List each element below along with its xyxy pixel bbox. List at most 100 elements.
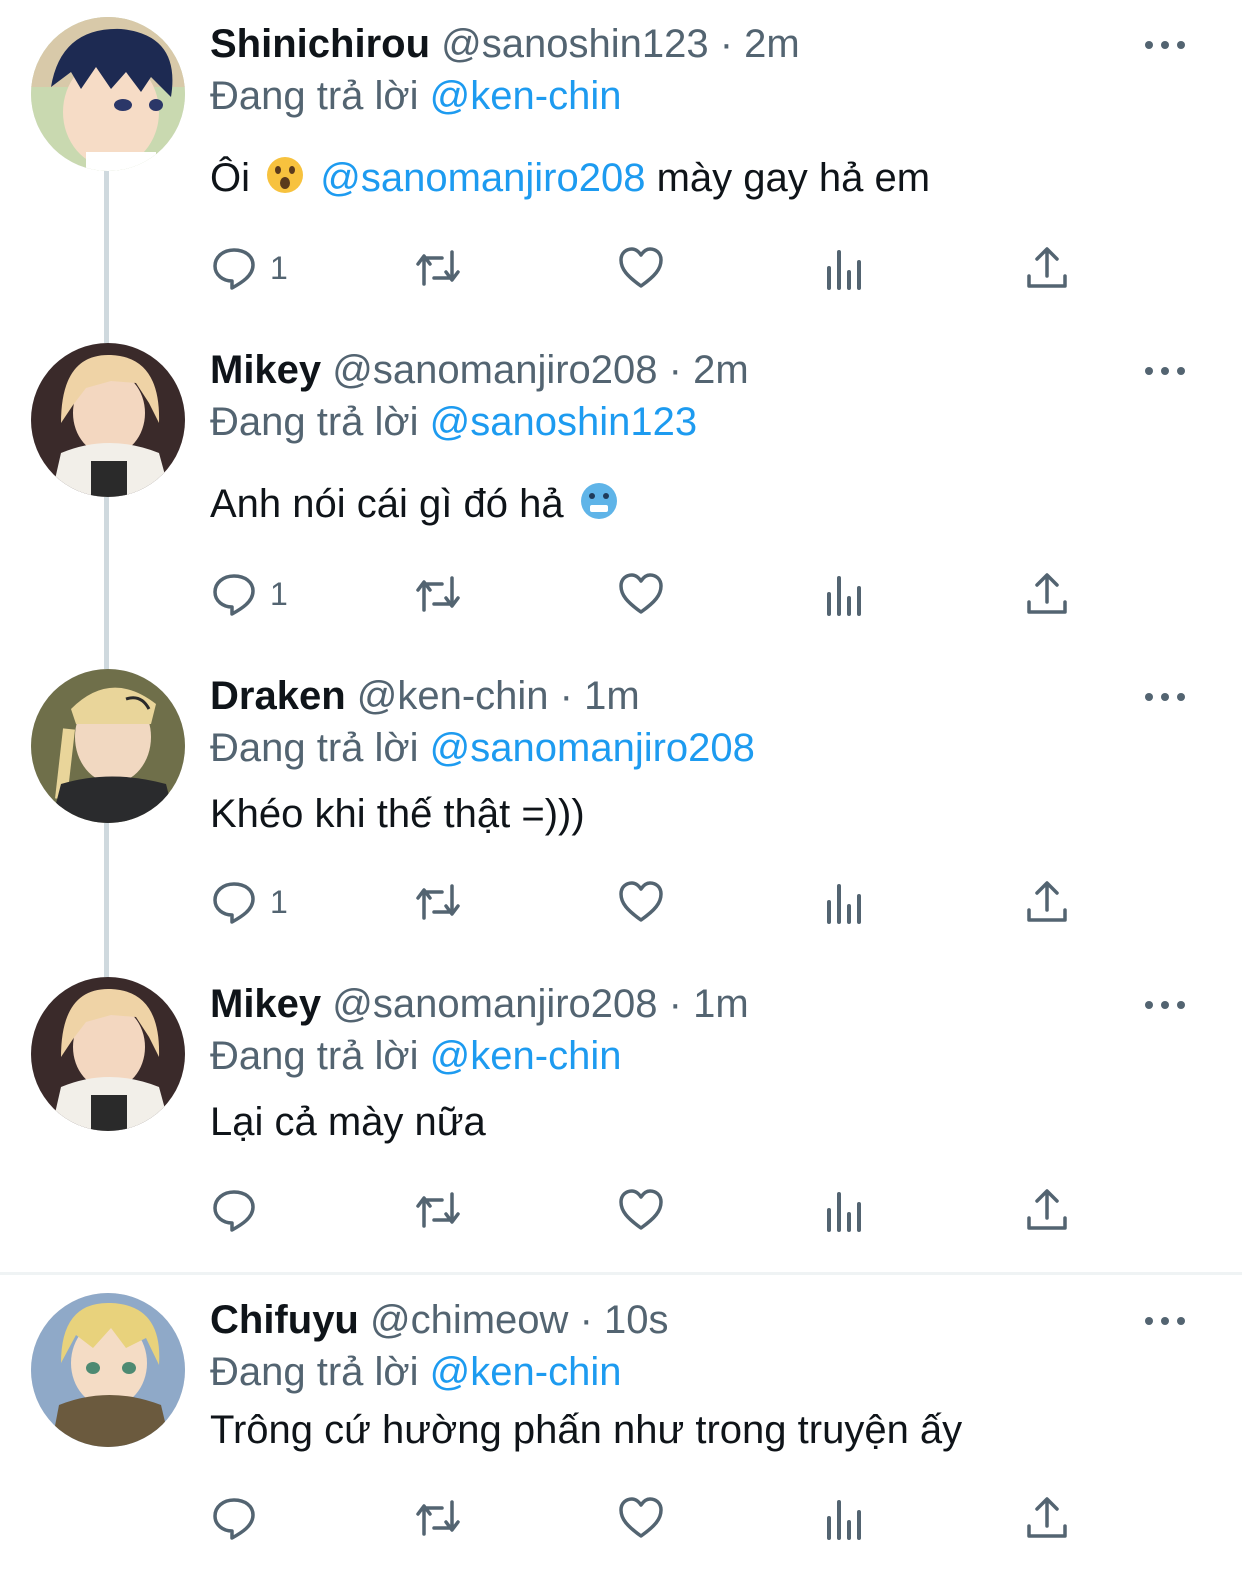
astonished-face-icon — [265, 155, 305, 206]
reply-icon — [213, 1190, 255, 1232]
reply-mention[interactable]: @ken-chin — [430, 74, 622, 118]
more-options-icon[interactable] — [1142, 990, 1188, 1020]
reply-icon — [213, 1498, 255, 1540]
display-name[interactable]: Draken — [210, 674, 346, 718]
views-button[interactable] — [821, 238, 869, 298]
separator: · — [668, 348, 682, 392]
timestamp[interactable]: 2m — [693, 348, 749, 392]
heart-icon — [619, 573, 663, 614]
retweet-button[interactable] — [414, 872, 462, 932]
tweet[interactable]: Chifuyu @chimeow · 10s Đang trả lời @ken… — [0, 1276, 1242, 1588]
views-icon — [827, 250, 861, 290]
reply-count: 1 — [270, 249, 288, 286]
reply-mention[interactable]: @ken-chin — [430, 1350, 622, 1394]
more-options-icon[interactable] — [1142, 1306, 1188, 1336]
avatar[interactable] — [31, 977, 185, 1131]
share-button[interactable] — [1023, 1488, 1071, 1548]
timestamp[interactable]: 1m — [693, 982, 749, 1026]
retweet-icon — [416, 250, 460, 286]
user-handle[interactable]: @chimeow — [370, 1298, 568, 1342]
action-bar — [0, 1488, 1242, 1548]
like-button[interactable] — [617, 238, 665, 298]
share-icon — [1027, 247, 1067, 288]
display-name[interactable]: Chifuyu — [210, 1298, 359, 1342]
views-button[interactable] — [821, 564, 869, 624]
reply-mention[interactable]: @sanomanjiro208 — [430, 726, 755, 770]
avatar-image — [31, 343, 185, 497]
retweet-icon — [416, 1500, 460, 1536]
avatar-image — [31, 669, 185, 823]
heart-icon — [619, 1497, 663, 1538]
inline-mention[interactable]: @sanomanjiro208 — [320, 156, 645, 200]
reply-button[interactable]: 1 — [210, 238, 288, 298]
views-button[interactable] — [821, 872, 869, 932]
separator: · — [579, 1298, 593, 1342]
reply-mention[interactable]: @ken-chin — [430, 1034, 622, 1078]
user-handle[interactable]: @sanomanjiro208 — [332, 982, 657, 1026]
timestamp[interactable]: 10s — [604, 1298, 669, 1342]
user-handle[interactable]: @sanoshin123 — [441, 22, 708, 66]
display-name[interactable]: Shinichirou — [210, 22, 430, 66]
tweet[interactable]: Draken @ken-chin · 1m Đang trả lời @sano… — [0, 652, 1242, 964]
like-button[interactable] — [617, 872, 665, 932]
share-button[interactable] — [1023, 872, 1071, 932]
tweet-text-part: Lại cả mày nữa — [210, 1100, 486, 1144]
tweet-text-part: Trông cứ hường phấn như trong truyện ấy — [210, 1408, 963, 1452]
avatar[interactable] — [31, 343, 185, 497]
retweet-icon — [416, 884, 460, 920]
reply-icon — [213, 882, 255, 924]
replying-to: Đang trả lời @ken-chin — [210, 1032, 621, 1080]
display-name[interactable]: Mikey — [210, 348, 321, 392]
retweet-button[interactable] — [414, 1180, 462, 1240]
views-button[interactable] — [821, 1488, 869, 1548]
views-icon — [827, 1500, 861, 1540]
share-button[interactable] — [1023, 238, 1071, 298]
avatar[interactable] — [31, 669, 185, 823]
tweet-header: Draken @ken-chin · 1m — [210, 672, 640, 720]
retweet-icon — [416, 1192, 460, 1228]
share-button[interactable] — [1023, 564, 1071, 624]
replying-to-label: Đang trả lời — [210, 1034, 419, 1078]
timestamp[interactable]: 2m — [744, 22, 800, 66]
reply-mention[interactable]: @sanoshin123 — [430, 400, 697, 444]
reply-count: 1 — [270, 883, 288, 920]
user-handle[interactable]: @sanomanjiro208 — [332, 348, 657, 392]
avatar-image — [31, 977, 185, 1131]
like-button[interactable] — [617, 1180, 665, 1240]
replying-to: Đang trả lời @sanomanjiro208 — [210, 724, 755, 772]
timestamp[interactable]: 1m — [584, 674, 640, 718]
tweet[interactable]: Mikey @sanomanjiro208 · 1m Đang trả lời … — [0, 960, 1242, 1272]
reply-button[interactable]: 1 — [210, 872, 288, 932]
tweet-text: Ôi @sanomanjiro208 mày gay hả em — [210, 154, 930, 206]
reply-button[interactable]: 1 — [210, 564, 288, 624]
heart-icon — [619, 1189, 663, 1230]
display-name[interactable]: Mikey — [210, 982, 321, 1026]
retweet-button[interactable] — [414, 1488, 462, 1548]
avatar[interactable] — [31, 1293, 185, 1447]
reply-count: 1 — [270, 575, 288, 612]
user-handle[interactable]: @ken-chin — [357, 674, 549, 718]
thread-divider — [0, 1272, 1242, 1275]
tweet[interactable]: Shinichirou @sanoshin123 · 2m Đang trả l… — [0, 0, 1242, 312]
tweet[interactable]: Mikey @sanomanjiro208 · 2m Đang trả lời … — [0, 326, 1242, 638]
avatar[interactable] — [31, 17, 185, 171]
heart-icon — [619, 247, 663, 288]
like-button[interactable] — [617, 564, 665, 624]
tweet-header: Mikey @sanomanjiro208 · 2m — [210, 346, 749, 394]
like-button[interactable] — [617, 1488, 665, 1548]
share-icon — [1027, 1497, 1067, 1538]
retweet-button[interactable] — [414, 564, 462, 624]
more-options-icon[interactable] — [1142, 30, 1188, 60]
reply-button[interactable] — [210, 1180, 258, 1240]
replying-to-label: Đang trả lời — [210, 400, 419, 444]
more-options-icon[interactable] — [1142, 682, 1188, 712]
retweet-button[interactable] — [414, 238, 462, 298]
share-button[interactable] — [1023, 1180, 1071, 1240]
reply-icon — [213, 574, 255, 616]
tweet-text-part: Ôi — [210, 156, 250, 200]
views-icon — [827, 884, 861, 924]
separator: · — [719, 22, 734, 66]
views-button[interactable] — [821, 1180, 869, 1240]
reply-button[interactable] — [210, 1488, 258, 1548]
more-options-icon[interactable] — [1142, 356, 1188, 386]
